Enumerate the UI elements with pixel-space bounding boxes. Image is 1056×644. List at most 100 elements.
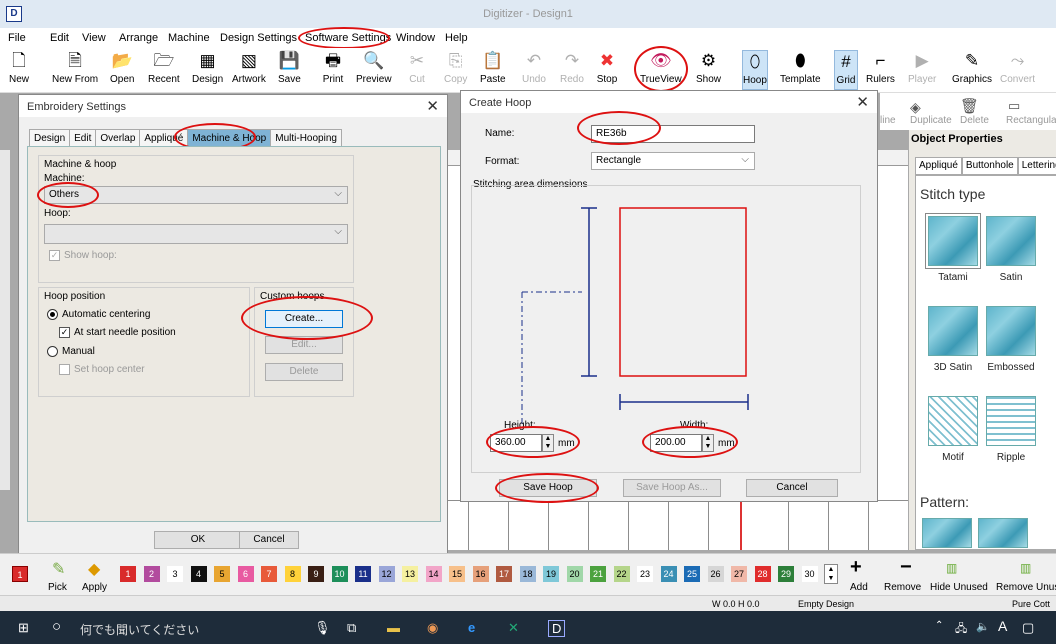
hide-unused-button[interactable]: Hide Unused <box>930 582 988 593</box>
redo-button[interactable]: ↷ Redo <box>560 50 584 90</box>
stitch-tatami[interactable] <box>925 213 981 269</box>
stitch-3d-satin[interactable] <box>928 306 978 356</box>
color-chip[interactable]: 2 <box>143 566 160 582</box>
color-chip[interactable]: 28 <box>754 566 771 582</box>
file-explorer-icon[interactable]: ▬ <box>387 620 400 635</box>
menu-view[interactable]: View <box>82 32 106 44</box>
artwork-button[interactable]: ▧ Artwork <box>232 50 266 90</box>
color-chip[interactable]: 25 <box>684 566 700 582</box>
new-button[interactable]: 🗋 New <box>8 50 30 90</box>
color-chip[interactable]: 5 <box>214 566 230 582</box>
hoop-select[interactable]: ⌵ <box>44 224 348 244</box>
rectangle-button[interactable]: Rectangula <box>1006 115 1056 126</box>
cancel-button[interactable]: Cancel <box>239 531 299 549</box>
color-chip[interactable]: 3 <box>167 566 183 582</box>
color-chip[interactable]: 24 <box>660 566 677 582</box>
task-view-icon[interactable]: ⧉ <box>347 620 356 636</box>
color-chip[interactable]: 8 <box>284 566 301 582</box>
player-button[interactable]: ▶ Player <box>908 50 936 90</box>
remove-unused-button[interactable]: Remove Unus <box>996 582 1056 593</box>
ok-button[interactable]: OK <box>154 531 242 549</box>
save-hoop-as-button[interactable]: Save Hoop As... <box>623 479 721 497</box>
color-chip[interactable]: 23 <box>637 566 653 582</box>
open-button[interactable]: 📂 Open <box>110 50 134 90</box>
design-button[interactable]: ▦ Design <box>192 50 223 90</box>
duplicate-button[interactable]: Duplicate <box>910 115 952 126</box>
undo-button[interactable]: ↶ Undo <box>522 50 546 90</box>
ime-indicator[interactable]: A <box>998 618 1007 634</box>
paste-button[interactable]: 📋 Paste <box>480 50 506 90</box>
graphics-button[interactable]: ✎ Graphics <box>952 50 992 90</box>
grid-button[interactable]: # Grid <box>834 50 858 90</box>
color-chip[interactable]: 16 <box>472 566 489 582</box>
cut-button[interactable]: ✂ Cut <box>406 50 428 90</box>
cancel-hoop-button[interactable]: Cancel <box>746 479 838 497</box>
close-icon[interactable]: ✕ <box>426 97 439 115</box>
stop-button[interactable]: ✖ Stop <box>596 50 618 90</box>
convert-button[interactable]: ⤳ Convert <box>1000 50 1035 90</box>
tab-applique[interactable]: Appliqué <box>915 157 962 175</box>
tab-lettering[interactable]: Lettering <box>1017 157 1056 175</box>
color-chip[interactable]: 12 <box>378 566 395 582</box>
menu-design-settings[interactable]: Design Settings <box>220 32 297 44</box>
color-chip[interactable]: 7 <box>261 566 277 582</box>
color-chip[interactable]: 15 <box>449 566 465 582</box>
action-center-icon[interactable]: ▢ <box>1022 620 1034 636</box>
search-box[interactable]: 何でも聞いてください <box>80 621 199 638</box>
color-chip[interactable]: 17 <box>496 566 512 582</box>
format-select[interactable]: Rectangle ⌵ <box>591 152 755 170</box>
microphone-icon[interactable]: 🎙 <box>314 620 331 636</box>
color-chip[interactable]: 14 <box>425 566 442 582</box>
pattern-swatch-1[interactable] <box>922 518 972 548</box>
tab-multi-hooping[interactable]: Multi-Hooping <box>270 129 342 147</box>
apply-button[interactable]: Apply <box>82 582 107 593</box>
color-chip[interactable]: 22 <box>613 566 630 582</box>
color-chip[interactable]: 18 <box>519 566 536 582</box>
tray-up-icon[interactable]: ⌃ <box>935 620 943 631</box>
stitch-embossed[interactable] <box>986 306 1036 356</box>
color-chip[interactable]: 20 <box>566 566 583 582</box>
stitch-satin[interactable] <box>986 216 1036 266</box>
show-hoop-checkbox[interactable]: ✓ <box>49 250 60 261</box>
pattern-swatch-2[interactable] <box>978 518 1028 548</box>
manual-radio[interactable] <box>47 346 58 357</box>
color-chip[interactable]: 6 <box>237 566 254 582</box>
menu-machine[interactable]: Machine <box>168 32 210 44</box>
color-chip[interactable]: 26 <box>707 566 724 582</box>
show-button[interactable]: ⚙ Show <box>696 50 721 90</box>
excel-icon[interactable]: ✕ <box>508 620 519 636</box>
rulers-button[interactable]: ⌐ Rulers <box>866 50 895 90</box>
new-from-button[interactable]: 🗎 New From <box>52 50 98 90</box>
color-chip[interactable]: 10 <box>331 566 348 582</box>
close-icon[interactable]: ✕ <box>856 93 869 111</box>
color-chip[interactable]: 11 <box>355 566 371 582</box>
stitch-ripple[interactable] <box>986 396 1036 446</box>
edge-icon[interactable]: e <box>468 620 475 635</box>
color-chip[interactable]: 29 <box>778 566 794 582</box>
cortana-icon[interactable]: ○ <box>52 618 61 635</box>
automatic-centering-radio[interactable] <box>47 309 58 320</box>
menu-edit[interactable]: Edit <box>50 32 69 44</box>
menu-window[interactable]: Window <box>396 32 435 44</box>
color-chip[interactable]: 9 <box>308 566 324 582</box>
menu-arrange[interactable]: Arrange <box>119 32 158 44</box>
delete-hoop-button[interactable]: Delete <box>265 363 343 381</box>
network-icon[interactable]: 🖧 <box>955 620 967 639</box>
current-color-swatch[interactable]: 1 <box>12 566 28 582</box>
color-chip[interactable]: 19 <box>543 566 559 582</box>
palette-scroll[interactable]: ▲ ▼ <box>824 564 838 584</box>
delete-button[interactable]: Delete <box>960 115 989 126</box>
remove-button[interactable]: Remove <box>884 582 921 593</box>
tab-design[interactable]: Design <box>29 129 71 147</box>
windows-start-icon[interactable]: ⊞ <box>18 620 29 636</box>
menu-help[interactable]: Help <box>445 32 468 44</box>
pick-button[interactable]: Pick <box>48 582 67 593</box>
preview-button[interactable]: 🔍 Preview <box>356 50 392 90</box>
color-chip[interactable]: 1 <box>120 566 136 582</box>
digitizer-taskbar-icon[interactable]: D <box>548 620 566 637</box>
print-button[interactable]: 🖶 Print <box>322 50 344 90</box>
recent-button[interactable]: 🗁 Recent <box>148 50 180 90</box>
color-chip[interactable]: 27 <box>731 566 747 582</box>
color-chip[interactable]: 4 <box>190 566 207 582</box>
color-chip[interactable]: 13 <box>402 566 418 582</box>
